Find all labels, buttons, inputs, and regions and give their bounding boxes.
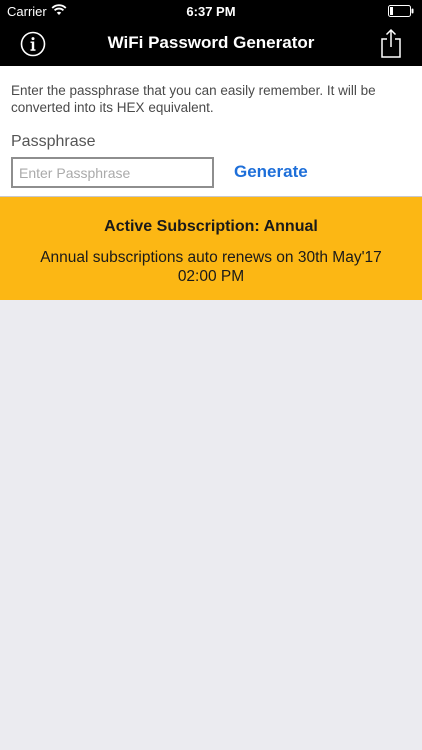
- share-icon[interactable]: [380, 28, 402, 58]
- page-title: WiFi Password Generator: [107, 33, 315, 52]
- subscription-title: Active Subscription: Annual: [104, 218, 318, 235]
- instructions-text: Enter the passphrase that you can easily…: [11, 83, 376, 115]
- battery-icon: [388, 5, 414, 17]
- top-bar: Carrier 6:37 PM WiFi Password Generator: [0, 0, 422, 66]
- subscription-details: Annual subscriptions auto renews on 30th…: [40, 249, 382, 285]
- navigation-bar: WiFi Password Generator: [0, 22, 422, 66]
- passphrase-label: Passphrase: [11, 133, 96, 150]
- passphrase-input[interactable]: [11, 157, 214, 188]
- generate-button[interactable]: Generate: [234, 162, 308, 182]
- status-time: 6:37 PM: [186, 4, 236, 19]
- status-bar: Carrier 6:37 PM: [0, 0, 422, 22]
- subscription-banner: Active Subscription: Annual Annual subsc…: [0, 197, 422, 300]
- passphrase-panel: Enter the passphrase that you can easily…: [0, 66, 422, 197]
